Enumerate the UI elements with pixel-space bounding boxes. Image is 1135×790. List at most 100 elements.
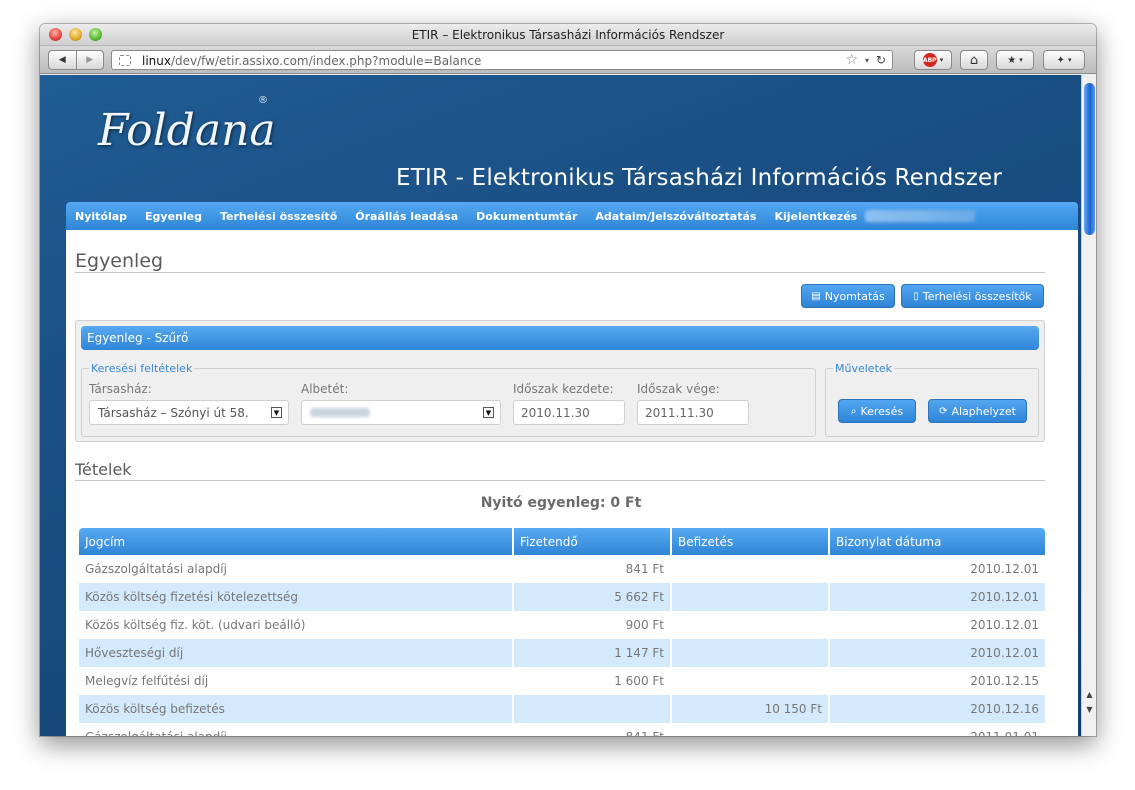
period-start-input[interactable]: 2010.11.30 xyxy=(513,400,625,425)
search-criteria-fieldset: Keresési feltételek Társasház: Társasház… xyxy=(81,362,816,437)
filter-panel-title: Egyenleg - Szűrő xyxy=(81,326,1039,350)
menu-item-nyitolap[interactable]: Nyitólap xyxy=(75,210,127,223)
browser-toolbar: ◀ ▶ linux/dev/fw/etir.assixo.com/index.p… xyxy=(40,46,1096,74)
address-bar[interactable]: linux/dev/fw/etir.assixo.com/index.php?m… xyxy=(111,50,893,70)
table-row: Melegvíz felfűtési díj 1 600 Ft 2010.12.… xyxy=(79,667,1045,695)
page-viewport: Foldana ® ETIR - Elektronikus Társasházi… xyxy=(40,75,1081,736)
reset-button[interactable]: ⟳ Alaphelyzet xyxy=(928,399,1027,423)
vertical-scrollbar[interactable]: ▲ ▼ xyxy=(1081,75,1096,736)
bookmark-star-icon[interactable]: ☆ xyxy=(845,52,858,68)
cell-payable: 841 Ft xyxy=(514,723,670,736)
cell-title: Hőveszteségi díj xyxy=(79,639,512,667)
cell-payment xyxy=(672,611,828,639)
cell-title: Közös költség fizetési kötelezettség xyxy=(79,583,512,611)
cell-date: 2010.12.01 xyxy=(830,583,1045,611)
search-button[interactable]: ⌕ Keresés xyxy=(838,399,916,423)
period-end-label: Időszak vége: xyxy=(637,382,720,396)
heading-divider xyxy=(75,272,1045,273)
bookmarks-button[interactable]: ★ ▾ xyxy=(996,50,1034,70)
adblock-icon: ABP xyxy=(922,53,937,67)
title-bar: ETIR – Elektronikus Társasházi Informáci… xyxy=(40,24,1096,46)
cell-date: 2011.01.01 xyxy=(830,723,1045,736)
house-select-value: Társasház – Szónyi út 58. xyxy=(98,406,249,420)
menu-item-kijelentkezes[interactable]: Kijelentkezés xyxy=(774,210,857,223)
search-criteria-legend: Keresési feltételek xyxy=(89,362,195,375)
menu-item-dokumentumtar[interactable]: Dokumentumtár xyxy=(476,210,577,223)
cell-title: Gázszolgáltatási alapdíj xyxy=(79,723,512,736)
cell-date: 2010.12.01 xyxy=(830,639,1045,667)
column-header-fizetendo[interactable]: Fizetendő xyxy=(514,528,670,555)
cell-payable: 1 600 Ft xyxy=(614,674,664,688)
url-host: linux xyxy=(142,54,171,68)
menu-item-oraallas-leadasa[interactable]: Óraállás leadása xyxy=(355,210,458,223)
cell-payable xyxy=(514,695,670,723)
items-divider xyxy=(75,480,1045,481)
menu-item-egyenleg[interactable]: Egyenleg xyxy=(145,210,202,223)
cell-title: Gázszolgáltatási alapdíj xyxy=(85,562,227,576)
url-history-dropdown-icon[interactable]: ▾ xyxy=(865,56,869,65)
cell-payment xyxy=(672,555,828,583)
home-button[interactable]: ⌂ xyxy=(960,50,988,70)
unit-select[interactable]: ▼ xyxy=(301,400,501,425)
window-title: ETIR – Elektronikus Társasházi Informáci… xyxy=(411,28,725,42)
clipboard-icon: ▯ xyxy=(913,290,919,302)
content-panel: Egyenleg ▤ Nyomtatás ▯ Terhelési összesí… xyxy=(66,230,1078,736)
bookmarks-dropdown-icon: ▾ xyxy=(1019,56,1023,64)
cell-payment xyxy=(672,639,828,667)
adblock-dropdown-icon: ▾ xyxy=(939,56,944,64)
table-header-row: Jogcím Fizetendő Befizetés Bizonylat dát… xyxy=(79,528,1045,555)
cell-title: Közös költség fiz. köt. (udvari beálló) xyxy=(85,618,306,632)
unit-label: Albetét: xyxy=(301,382,349,396)
unit-select-arrow-icon: ▼ xyxy=(483,407,494,418)
scrollbar-thumb[interactable] xyxy=(1084,83,1095,235)
table-row: Közös költség fiz. köt. (udvari beálló) … xyxy=(79,611,1045,639)
bookmarks-icon: ★ xyxy=(1007,54,1017,66)
foldana-logo[interactable]: Foldana xyxy=(98,105,276,156)
print-button[interactable]: ▤ Nyomtatás xyxy=(801,284,895,308)
opening-balance: Nyitó egyenleg: 0 Ft xyxy=(480,495,642,511)
scroll-down-arrow-icon[interactable]: ▼ xyxy=(1084,705,1095,716)
extension-icon: ✦ xyxy=(1056,54,1065,66)
cell-title: Közös költség befizetés xyxy=(79,695,512,723)
cell-payable: 1 147 Ft xyxy=(514,639,670,667)
scroll-up-arrow-icon[interactable]: ▲ xyxy=(1084,690,1095,701)
blurred-username xyxy=(865,210,976,222)
favicon-icon xyxy=(119,55,131,66)
extension-button[interactable]: ✦ ▾ xyxy=(1043,50,1085,70)
charges-summary-button-label: Terhelési összesítők xyxy=(922,289,1032,303)
nav-buttons: ◀ ▶ xyxy=(48,50,104,70)
blurred-unit-value xyxy=(310,408,370,417)
reload-icon[interactable]: ↻ xyxy=(876,53,886,67)
cell-payment xyxy=(672,723,828,736)
column-header-jogcim[interactable]: Jogcím xyxy=(79,528,512,555)
browser-window: ETIR – Elektronikus Társasházi Informáci… xyxy=(40,24,1096,736)
cell-payment xyxy=(672,583,828,611)
back-arrow-icon[interactable]: ◀ xyxy=(49,51,76,69)
filter-panel: Egyenleg - Szűrő Keresési feltételek Tár… xyxy=(75,320,1045,442)
house-select[interactable]: Társasház – Szónyi út 58. ▼ xyxy=(89,400,289,425)
url-text[interactable]: linux/dev/fw/etir.assixo.com/index.php?m… xyxy=(142,54,481,68)
cell-date: 2010.12.01 xyxy=(970,562,1039,576)
print-button-label: Nyomtatás xyxy=(824,289,885,303)
table-row: Közös költség fizetési kötelezettség 5 6… xyxy=(79,583,1045,611)
registered-mark: ® xyxy=(258,95,268,106)
search-icon: ⌕ xyxy=(850,405,857,417)
table-row: Gázszolgáltatási alapdíj 841 Ft 2011.01.… xyxy=(79,723,1045,736)
column-header-bizonylat-datuma[interactable]: Bizonylat dátuma xyxy=(830,528,1045,555)
column-header-befizetes[interactable]: Befizetés xyxy=(672,528,828,555)
cell-date: 2010.12.01 xyxy=(970,618,1039,632)
adblock-button[interactable]: ABP ▾ xyxy=(914,50,952,70)
house-label: Társasház: xyxy=(89,382,152,396)
table-row: Közös költség befizetés 10 150 Ft 2010.1… xyxy=(79,695,1045,723)
cell-date: 2010.12.16 xyxy=(830,695,1045,723)
menu-item-adataim[interactable]: Adataim/Jelszóváltoztatás xyxy=(595,210,756,223)
cell-payment: 10 150 Ft xyxy=(672,695,828,723)
forward-arrow-icon[interactable]: ▶ xyxy=(75,51,104,69)
period-end-input[interactable]: 2011.11.30 xyxy=(637,400,749,425)
cell-payable: 841 Ft xyxy=(625,562,664,576)
cell-payable: 900 Ft xyxy=(625,618,664,632)
charges-summary-button[interactable]: ▯ Terhelési összesítők xyxy=(901,284,1044,308)
menu-item-terhelesi-osszesito[interactable]: Terhelési összesítő xyxy=(220,210,337,223)
printer-icon: ▤ xyxy=(811,290,821,302)
items-section-title: Tételek xyxy=(75,460,132,479)
